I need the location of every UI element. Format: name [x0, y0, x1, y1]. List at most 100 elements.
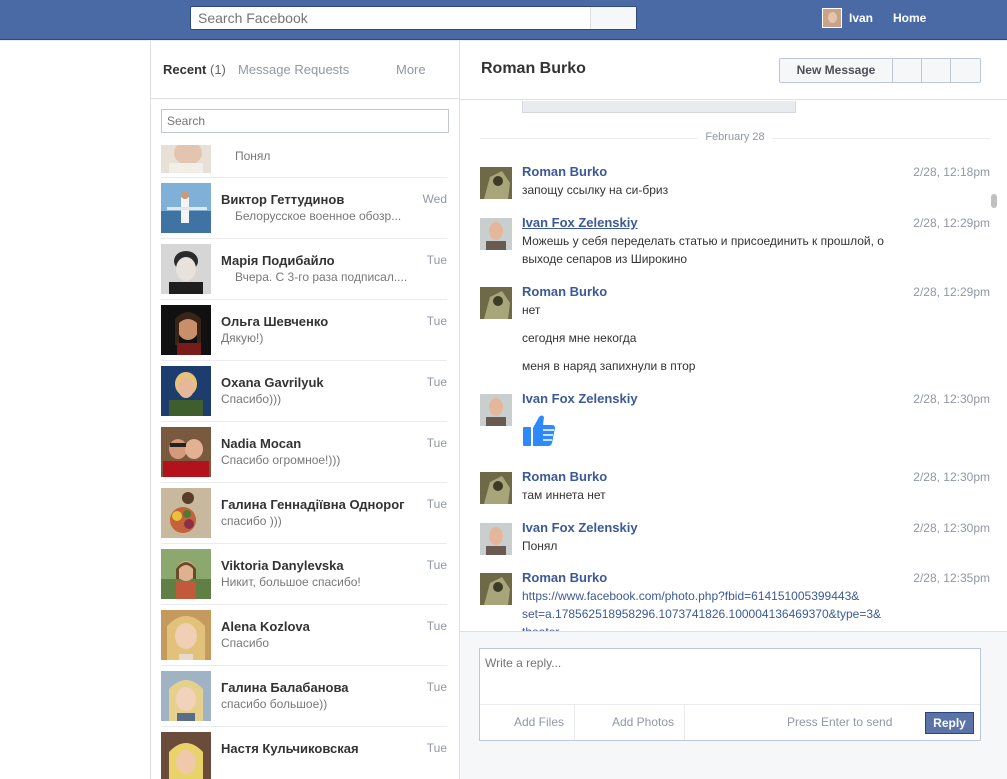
- avatar: [480, 287, 512, 319]
- tab-more[interactable]: More: [396, 62, 426, 77]
- thread-list: Понял Виктор Геттудинов Белорусское воен…: [151, 145, 459, 779]
- thread-item[interactable]: Nadia Mocan Спасибо огромное!))) Tue: [161, 422, 447, 483]
- thread-item[interactable]: Alena Kozlova Спасибо Tue: [161, 605, 447, 666]
- message: Roman Burko 2/28, 12:30pm там иннета нет: [480, 469, 990, 509]
- search-button[interactable]: [590, 7, 636, 29]
- message-text: Можешь у себя переделать статью и присое…: [522, 234, 884, 248]
- global-search[interactable]: [190, 6, 637, 30]
- message-time: 2/28, 12:35pm: [913, 571, 990, 585]
- message-author[interactable]: Ivan Fox Zelenskiy: [522, 391, 638, 406]
- thread-time: Tue: [426, 741, 447, 755]
- thread-name: Виктор Геттудинов: [221, 192, 345, 207]
- thread-snippet: Никит, большое спасибо!: [221, 575, 361, 589]
- message-text: там иннета нет: [522, 488, 606, 502]
- thread-time: Tue: [426, 680, 447, 694]
- date-divider-label: February 28: [697, 131, 773, 143]
- message: Ivan Fox Zelenskiy 2/28, 12:29pm Можешь …: [480, 215, 990, 275]
- thread-time: Tue: [426, 558, 447, 572]
- message-text: нет: [522, 303, 541, 317]
- tab-message-requests[interactable]: Message Requests: [238, 62, 349, 77]
- conversation-scrollbar[interactable]: [991, 194, 997, 208]
- thread-item[interactable]: Виктор Геттудинов Белорусское военное об…: [161, 178, 447, 239]
- global-search-input[interactable]: [191, 7, 591, 29]
- actions-button[interactable]: [951, 59, 980, 82]
- thread-list-header: Recent (1) Message Requests More: [151, 41, 459, 99]
- message: Roman Burko 2/28, 12:29pm нет сегодня мн…: [480, 284, 990, 374]
- avatar: [480, 394, 512, 426]
- press-enter-toggle[interactable]: Press Enter to send: [787, 705, 892, 740]
- home-link[interactable]: Home: [893, 11, 926, 25]
- composer: Add Files Add Photos Press Enter to send…: [479, 648, 981, 741]
- thread-time: Tue: [426, 253, 447, 267]
- thumbs-up-icon: [522, 413, 556, 450]
- message-text: меня в наряд запихнули в птор: [522, 359, 696, 373]
- avatar: [161, 427, 211, 477]
- avatar: [161, 145, 211, 173]
- thread-name: Марія Подибайло: [221, 253, 335, 268]
- settings-button[interactable]: [922, 59, 951, 82]
- avatar: [161, 488, 211, 538]
- previous-attachment[interactable]: [522, 101, 796, 113]
- thread-snippet: спасибо большое)): [221, 697, 328, 711]
- message-author[interactable]: Roman Burko: [522, 284, 607, 299]
- video-call-button[interactable]: [893, 59, 922, 82]
- avatar: [161, 610, 211, 660]
- avatar: [161, 183, 211, 233]
- conversation-title[interactable]: Roman Burko: [481, 60, 586, 78]
- thread-time: Tue: [426, 375, 447, 389]
- thread-snippet: Дякую!): [221, 331, 264, 345]
- avatar: [480, 573, 512, 605]
- reply-button[interactable]: Reply: [925, 712, 974, 734]
- thread-item[interactable]: Марія Подибайло Вчера. С 3-го раза подпи…: [161, 239, 447, 300]
- thread-time: Tue: [426, 619, 447, 633]
- thread-item[interactable]: Oxana Gavrilyuk Спасибо))) Tue: [161, 361, 447, 422]
- message: Ivan Fox Zelenskiy 2/28, 12:30pm: [480, 391, 990, 451]
- message-text: выходе сепаров из Широкино: [522, 252, 688, 266]
- thread-item[interactable]: Ольга Шевченко Дякую!) Tue: [161, 300, 447, 361]
- tab-recent-label[interactable]: Recent: [163, 62, 206, 77]
- message-link[interactable]: https://www.facebook.com/photo.php?fbid=…: [522, 589, 859, 603]
- message-author[interactable]: Ivan Fox Zelenskiy: [522, 520, 638, 535]
- thread-search[interactable]: [161, 109, 449, 133]
- add-files-button[interactable]: Add Files: [480, 705, 575, 740]
- date-divider: February 28: [480, 131, 990, 145]
- message-time: 2/28, 12:30pm: [913, 521, 990, 535]
- add-photos-button[interactable]: Add Photos: [575, 705, 685, 740]
- thread-item[interactable]: Галина Геннадіївна Однорог спасибо ))) T…: [161, 483, 447, 544]
- thread-item[interactable]: Понял: [161, 145, 447, 178]
- message-time: 2/28, 12:18pm: [913, 165, 990, 179]
- conversation-actions: New Message: [779, 58, 981, 83]
- message-author[interactable]: Ivan Fox Zelenskiy: [522, 215, 638, 230]
- message: Roman Burko 2/28, 12:18pm запощу ссылку …: [480, 164, 990, 204]
- profile-name[interactable]: Ivan: [849, 11, 873, 25]
- thread-item[interactable]: Viktoria Danylevska Никит, большое спаси…: [161, 544, 447, 605]
- avatar: [161, 732, 211, 779]
- message-author[interactable]: Roman Burko: [522, 469, 607, 484]
- thread-search-input[interactable]: [162, 110, 448, 132]
- thread-item[interactable]: Галина Балабанова спасибо большое)) Tue: [161, 666, 447, 727]
- thread-snippet: Белорусское военное обозр...: [235, 209, 402, 223]
- left-gutter: [0, 41, 150, 779]
- message-author[interactable]: Roman Burko: [522, 570, 607, 585]
- thread-time: Tue: [426, 314, 447, 328]
- tab-recent[interactable]: Recent (1): [163, 62, 226, 77]
- thread-name: Галина Геннадіївна Однорог: [221, 497, 405, 512]
- avatar: [480, 218, 512, 250]
- reply-input[interactable]: [480, 649, 980, 705]
- avatar: [480, 523, 512, 555]
- thread-snippet: спасибо ))): [221, 514, 282, 528]
- thread-name: Ольга Шевченко: [221, 314, 329, 329]
- avatar: [480, 167, 512, 199]
- message-text: запощу ссылку на си-бриз: [522, 183, 669, 197]
- message-time: 2/28, 12:29pm: [913, 216, 990, 230]
- thread-item[interactable]: Настя Кульчиковская Tue: [161, 727, 447, 779]
- thread-name: Oxana Gavrilyuk: [221, 375, 324, 390]
- new-message-button[interactable]: New Message: [780, 59, 893, 82]
- thread-time: Tue: [426, 497, 447, 511]
- message-author[interactable]: Roman Burko: [522, 164, 607, 179]
- profile-avatar: [822, 8, 842, 28]
- profile-link[interactable]: Ivan: [822, 8, 873, 28]
- thread-name: Alena Kozlova: [221, 619, 310, 634]
- avatar: [480, 472, 512, 504]
- message-link[interactable]: set=a.178562518958296.1073741826.1000041…: [522, 607, 881, 621]
